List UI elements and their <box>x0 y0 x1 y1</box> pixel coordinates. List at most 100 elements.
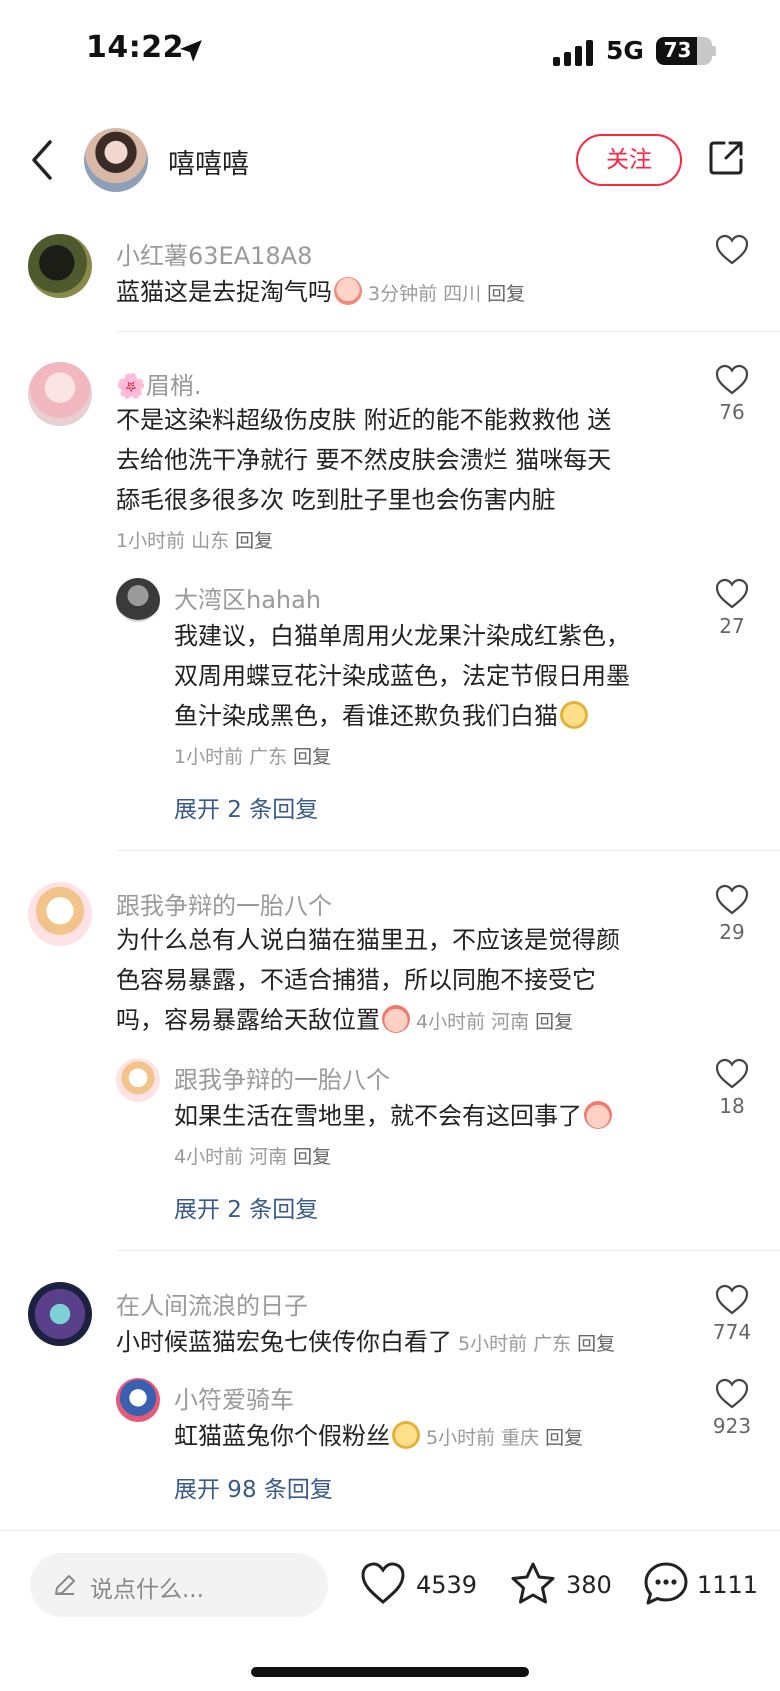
comments-button[interactable]: 1111 <box>643 1561 758 1611</box>
reply-line: 我建议，白猫单周用火龙果汁染成红紫色， <box>174 622 630 650</box>
comment-like[interactable] <box>702 234 762 266</box>
reply-like[interactable]: 27 <box>702 578 762 638</box>
commenter-avatar[interactable] <box>28 362 92 426</box>
like-post-button[interactable]: 4539 <box>360 1561 480 1611</box>
comment-line: 色容易暴露，不适合捕猎，所以同胞不接受它 <box>116 966 596 994</box>
comment-like[interactable]: 29 <box>702 884 762 944</box>
reply-text: 我建议，白猫单周用火龙果汁染成红紫色， 双周用蝶豆花汁染成蓝色，法定节假日用墨 … <box>174 616 674 736</box>
comment-line: 去给他洗干净就行 要不然皮肤会溃烂 猫咪每天 <box>116 446 612 474</box>
comment-text: 小时候蓝猫宏兔七侠传你白看了 5小时前 广东 回复 <box>116 1328 616 1356</box>
status-bar: 14:22 5G 73 <box>0 0 780 100</box>
pouting-emoji-icon <box>584 1101 612 1129</box>
comment-text: 为什么总有人说白猫在猫里丑，不应该是觉得颜 色容易暴露，不适合捕猎，所以同胞不接… <box>116 920 686 1042</box>
comment-body: 蓝猫这是去捉淘气吗 <box>116 278 332 306</box>
reply-line: 双周用蝶豆花汁染成蓝色，法定节假日用墨 <box>174 662 630 690</box>
expand-replies-link[interactable]: 展开 2 条回复 <box>174 790 318 824</box>
expand-replies-link[interactable]: 展开 98 条回复 <box>174 1470 333 1504</box>
author-avatar[interactable] <box>84 128 148 192</box>
signal-bars-icon <box>553 40 593 66</box>
reply-avatar[interactable] <box>116 1058 160 1102</box>
reply-button[interactable]: 回复 <box>545 1427 583 1449</box>
heart-icon[interactable] <box>360 1561 406 1607</box>
comment-count: 1111 <box>697 1571 759 1599</box>
comment-line: 为什么总有人说白猫在猫里丑，不应该是觉得颜 <box>116 926 620 954</box>
divider <box>116 331 780 332</box>
commenter-name[interactable]: 在人间流浪的日子 <box>116 1286 308 1321</box>
battery-percent: 73 <box>663 38 692 62</box>
heart-icon[interactable] <box>715 578 749 610</box>
comment-text: 蓝猫这是去捉淘气吗 3分钟前 四川 回复 <box>116 272 525 314</box>
reply-like[interactable]: 18 <box>702 1058 762 1118</box>
favorite-button[interactable]: 380 <box>510 1561 620 1611</box>
reply-user-name[interactable]: 跟我争辩的一胎八个 <box>174 1060 390 1095</box>
heart-icon[interactable] <box>715 1378 749 1410</box>
comment-input-placeholder: 说点什么... <box>90 1577 204 1603</box>
network-type: 5G <box>606 36 644 65</box>
share-icon[interactable] <box>706 138 746 178</box>
reply-like[interactable]: 923 <box>702 1378 762 1438</box>
reply-button[interactable]: 回复 <box>535 1011 573 1033</box>
reply-meta: 4小时前 河南 回复 <box>174 1146 332 1168</box>
commenter-avatar[interactable] <box>28 882 92 946</box>
battery-icon: 73 <box>656 37 712 65</box>
commenter-avatar[interactable] <box>28 1282 92 1346</box>
commenter-name[interactable]: 🌸眉梢. <box>116 366 202 401</box>
like-count: 923 <box>712 1414 752 1438</box>
reply-button[interactable]: 回复 <box>487 283 525 305</box>
commenter-name[interactable]: 跟我争辩的一胎八个 <box>116 886 332 921</box>
reply-user-name[interactable]: 小符爱骑车 <box>174 1380 294 1415</box>
reply-meta: 1小时前 广东 回复 <box>174 746 332 768</box>
like-count: 18 <box>719 1094 745 1118</box>
home-indicator[interactable] <box>251 1667 529 1677</box>
flower-emoji-icon: 🌸 <box>116 372 146 400</box>
like-count: 76 <box>719 400 745 424</box>
comment-meta: 4小时前 河南 <box>416 1011 530 1033</box>
comment-meta: 1小时前 山东 回复 <box>116 530 274 552</box>
comment-line: 吗，容易暴露给天敌位置 4小时前 河南 回复 <box>116 1005 574 1034</box>
location-arrow-icon <box>180 40 202 62</box>
smirk-emoji-icon <box>392 1421 420 1449</box>
reply-button[interactable]: 回复 <box>293 746 331 768</box>
follow-button[interactable]: 关注 <box>576 134 682 186</box>
author-name[interactable]: 嘻嘻嘻 <box>168 142 249 181</box>
comment-line: 舔毛很多很多次 吃到肚子里也会伤害内脏 <box>116 486 556 514</box>
comment-like[interactable]: 76 <box>702 364 762 424</box>
comment-text: 不是这染料超级伤皮肤 附近的能不能救救他 送 去给他洗干净就行 要不然皮肤会溃烂… <box>116 400 676 520</box>
comment-input[interactable]: 说点什么... <box>30 1553 328 1617</box>
heart-icon[interactable] <box>715 1058 749 1090</box>
like-count: 29 <box>719 920 745 944</box>
divider <box>116 850 780 851</box>
reply-button[interactable]: 回复 <box>235 530 273 552</box>
smirk-emoji-icon <box>560 701 588 729</box>
divider <box>116 1250 780 1251</box>
heart-icon[interactable] <box>715 364 749 396</box>
reply-text: 虹猫蓝兔你个假粉丝 5小时前 重庆 回复 <box>174 1421 584 1450</box>
crying-emoji-icon <box>334 277 362 305</box>
comment-meta: 3分钟前 四川 <box>368 283 482 305</box>
reply-avatar[interactable] <box>116 1378 160 1422</box>
battery-cap <box>712 46 716 56</box>
post-header: 嘻嘻嘻 关注 <box>0 110 780 210</box>
reply-line: 鱼汁染成黑色，看谁还欺负我们白猫 <box>174 696 674 736</box>
like-count: 27 <box>719 614 745 638</box>
reply-button[interactable]: 回复 <box>577 1333 615 1355</box>
reply-avatar[interactable] <box>116 578 160 622</box>
back-arrow-icon[interactable] <box>28 138 58 182</box>
heart-icon[interactable] <box>715 234 749 266</box>
reply-button[interactable]: 回复 <box>293 1146 331 1168</box>
comment-bubble-icon[interactable] <box>643 1561 689 1607</box>
heart-icon[interactable] <box>715 884 749 916</box>
commenter-avatar[interactable] <box>28 234 92 298</box>
like-count: 774 <box>712 1320 752 1344</box>
post-like-count: 4539 <box>416 1571 478 1599</box>
expand-replies-link[interactable]: 展开 2 条回复 <box>174 1190 318 1224</box>
favorite-count: 380 <box>566 1571 612 1599</box>
heart-icon[interactable] <box>715 1284 749 1316</box>
reply-user-name[interactable]: 大湾区hahah <box>174 580 321 615</box>
commenter-name[interactable]: 小红薯63EA18A8 <box>116 236 312 271</box>
comment-like[interactable]: 774 <box>702 1284 762 1344</box>
star-icon[interactable] <box>510 1561 556 1607</box>
comment-meta: 5小时前 广东 <box>458 1333 572 1355</box>
status-time: 14:22 <box>86 30 184 65</box>
comment-line: 不是这染料超级伤皮肤 附近的能不能救救他 送 <box>116 406 612 434</box>
